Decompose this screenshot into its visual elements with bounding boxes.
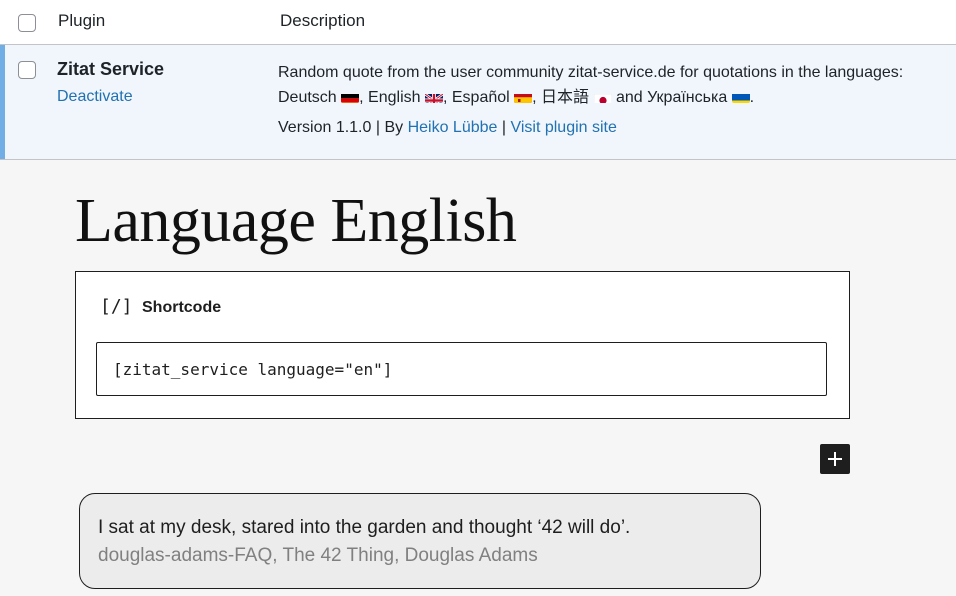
table-header: Plugin Description: [0, 0, 956, 45]
quote-preview: I sat at my desk, stared into the garden…: [79, 493, 761, 589]
plugin-checkbox[interactable]: [18, 61, 36, 79]
flag-spain-icon: [514, 90, 533, 103]
separator: ,: [532, 89, 542, 106]
plus-icon: [828, 452, 842, 466]
shortcode-label: Shortcode: [142, 299, 222, 316]
separator: ,: [442, 89, 452, 106]
shortcode-icon: [/]: [100, 296, 133, 317]
visit-plugin-site-link[interactable]: Visit plugin site: [510, 119, 616, 136]
language-ja: 日本語: [541, 89, 590, 106]
column-header-plugin[interactable]: Plugin: [58, 11, 105, 31]
plugin-row-zitat-service: Zitat Service Deactivate Random quote fr…: [0, 45, 956, 160]
description-line: Random quote from the user community zit…: [278, 64, 904, 81]
language-es: Español: [451, 89, 510, 106]
flag-japan-icon: [593, 90, 612, 103]
shortcode-input[interactable]: [zitat_service language="en"]: [96, 342, 827, 396]
language-de: Deutsch: [278, 89, 337, 106]
select-all-checkbox[interactable]: [18, 14, 36, 32]
separator: ,: [359, 89, 369, 106]
plugin-meta: Version 1.1.0 | By Heiko Lübbe | Visit p…: [278, 119, 617, 137]
meta-separator: |: [497, 119, 511, 136]
flag-ukraine-icon: [731, 90, 750, 103]
post-title[interactable]: Language English: [75, 186, 517, 257]
quote-text: I sat at my desk, stared into the garden…: [98, 517, 631, 538]
quote-source: douglas-adams-FAQ, The 42 Thing, Douglas…: [98, 545, 538, 566]
column-header-description: Description: [280, 11, 366, 30]
plugin-description: Random quote from the user community zit…: [278, 60, 956, 110]
author-link[interactable]: Heiko Lübbe: [408, 119, 498, 136]
language-en: English: [368, 89, 421, 106]
add-block-button[interactable]: [820, 444, 850, 474]
active-plugin-indicator: [0, 45, 5, 159]
languages-line: Deutsch , English , Español , 日本語 and Ук…: [278, 85, 956, 110]
deactivate-link[interactable]: Deactivate: [57, 88, 133, 106]
language-uk: Українська: [647, 89, 728, 106]
plugins-table: Plugin Description Zitat Service Deactiv…: [0, 0, 956, 160]
separator: .: [749, 89, 755, 106]
plugin-version: Version 1.1.0: [278, 119, 372, 136]
plugin-name: Zitat Service: [57, 59, 165, 79]
flag-germany-icon: [341, 90, 360, 103]
separator: and: [611, 89, 648, 106]
meta-separator: | By: [371, 119, 408, 136]
flag-uk-icon: [424, 90, 443, 103]
shortcode-block[interactable]: [/] Shortcode [zitat_service language="e…: [75, 271, 850, 419]
